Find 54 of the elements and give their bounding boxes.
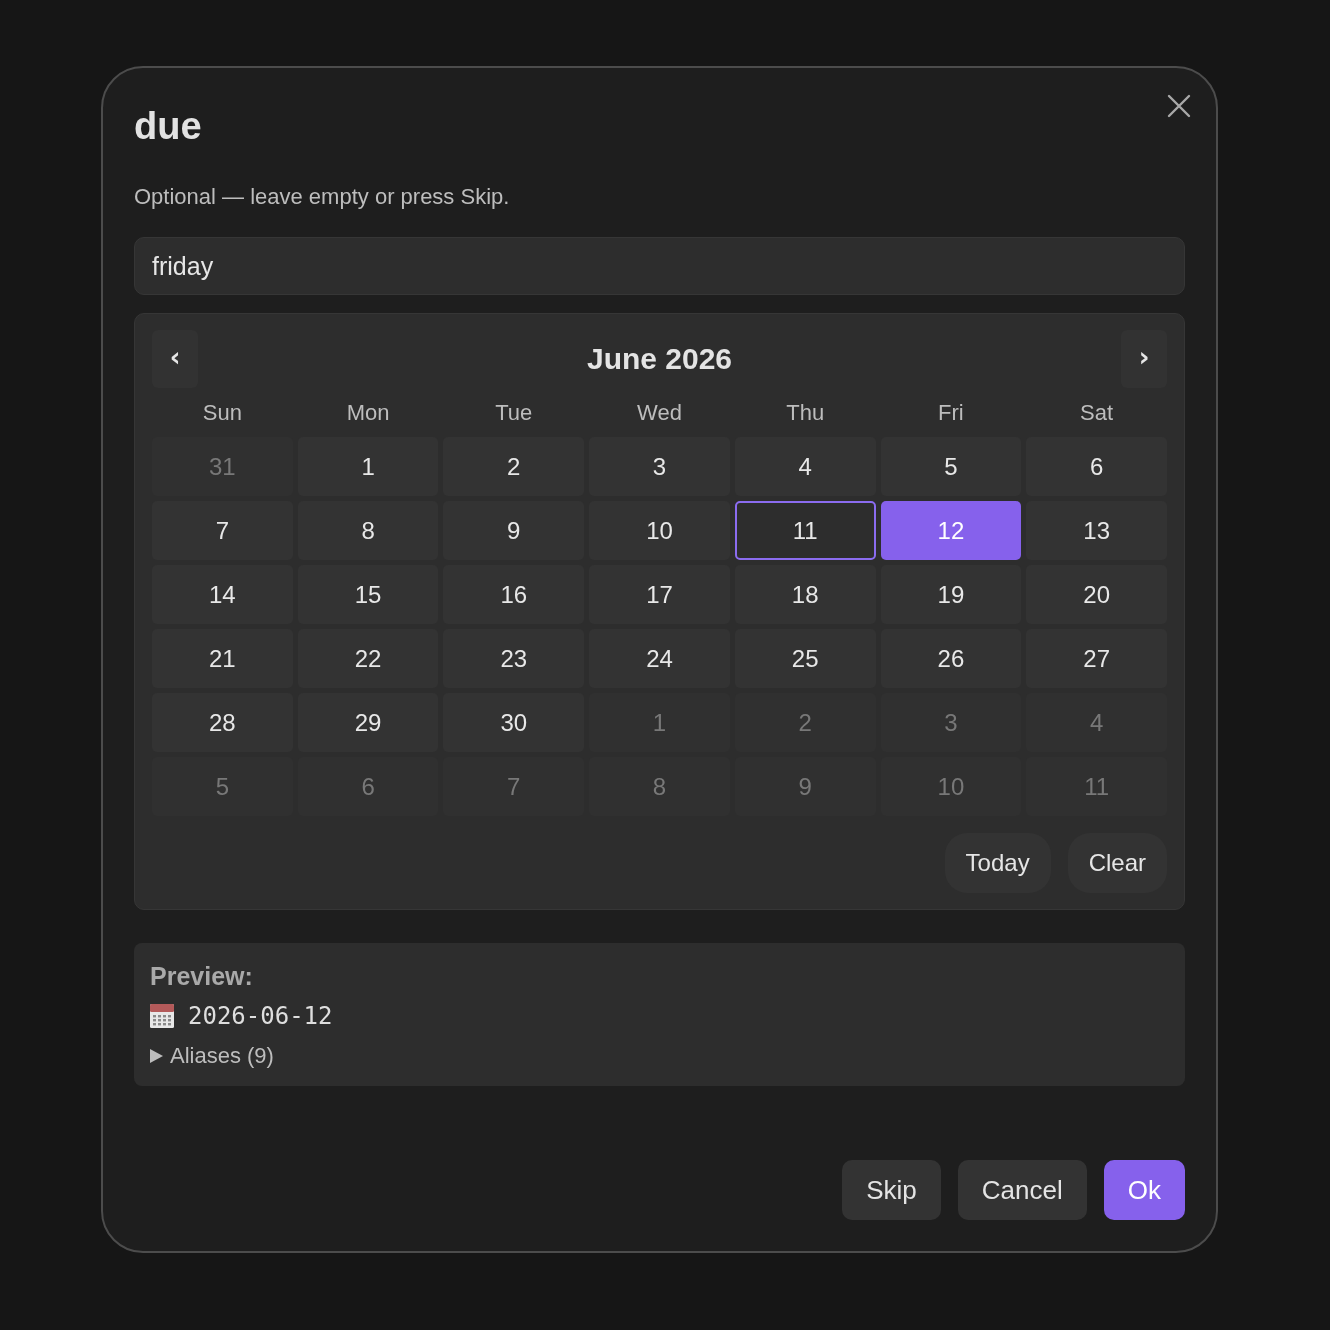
day-cell[interactable]: 30 (443, 693, 585, 752)
day-cell[interactable]: 4 (734, 437, 876, 496)
day-cell[interactable]: 3 (589, 437, 730, 496)
day-cell[interactable]: 6 (1026, 437, 1167, 496)
day-cell[interactable]: 20 (1026, 565, 1167, 624)
day-cell[interactable]: 27 (1026, 629, 1167, 688)
day-cell[interactable]: 7 (152, 501, 293, 560)
weekday-label: Mon (346, 399, 390, 426)
aliases-toggle[interactable]: Aliases (9) (150, 1040, 274, 1072)
weekday-label: Tue (495, 399, 533, 426)
day-cell[interactable]: 23 (443, 629, 585, 688)
day-cell[interactable]: 2 (443, 437, 585, 496)
day-cell[interactable]: 24 (589, 629, 730, 688)
weekday-label: Wed (637, 399, 682, 426)
dialog-title: due (134, 104, 202, 149)
weekday-label: Sat (1080, 399, 1114, 426)
day-cell[interactable]: 28 (152, 693, 293, 752)
dialog-button[interactable]: Cancel (957, 1160, 1087, 1220)
weekday-label: Sun (202, 399, 242, 426)
day-cell[interactable]: 14 (152, 565, 293, 624)
day-cell[interactable]: 10 (589, 501, 730, 560)
calendar-action-button[interactable]: Today (944, 833, 1051, 893)
date-input-field[interactable]: friday (134, 237, 1185, 295)
day-cell[interactable]: 26 (880, 629, 1022, 688)
day-cell[interactable]: 11 (734, 501, 876, 560)
close-button[interactable] (1167, 94, 1191, 118)
day-cell[interactable]: 29 (297, 693, 439, 752)
day-cell[interactable]: 5 (880, 437, 1022, 496)
day-cell[interactable]: 13 (1026, 501, 1167, 560)
day-cell[interactable]: 16 (443, 565, 585, 624)
dialog-description: Optional — leave empty or press Skip. (134, 183, 511, 211)
day-cell[interactable]: 25 (734, 629, 876, 688)
day-cell[interactable]: 22 (297, 629, 439, 688)
day-cell[interactable]: 17 (589, 565, 730, 624)
day-cell[interactable]: 15 (297, 565, 439, 624)
close-icon (1167, 94, 1191, 118)
month-label: June 2026 (586, 342, 733, 376)
weekday-label: Fri (938, 399, 964, 426)
calendar-icon (150, 1004, 174, 1028)
day-cell[interactable]: 9 (443, 501, 585, 560)
weekday-label: Thu (786, 399, 825, 426)
preview-date: 2026-06-12 (188, 1002, 333, 1030)
preview-label: Preview: (150, 961, 254, 992)
ok-button[interactable]: Ok (1103, 1160, 1185, 1220)
next-month-button[interactable]: › (1121, 330, 1167, 388)
day-cell[interactable]: 12 (880, 501, 1022, 560)
previous-month-button[interactable]: ‹ (152, 330, 198, 388)
calendar-action-button[interactable]: Clear (1067, 833, 1167, 893)
dialog-button[interactable]: Skip (842, 1160, 941, 1220)
day-cell[interactable]: 1 (297, 437, 439, 496)
day-cell[interactable]: 19 (880, 565, 1022, 624)
day-cell[interactable]: 8 (297, 501, 439, 560)
day-cell[interactable]: 21 (152, 629, 293, 688)
day-cell[interactable]: 18 (734, 565, 876, 624)
